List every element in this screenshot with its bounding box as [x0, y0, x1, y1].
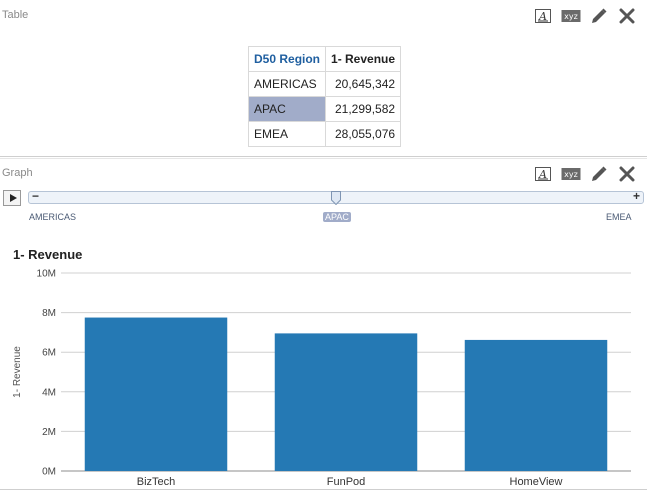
pencil-icon[interactable]: [589, 165, 609, 183]
y-tick-label: 6M: [42, 348, 56, 359]
cell-revenue: 21,299,582: [325, 96, 402, 122]
table-toolbar: A xyz: [533, 7, 637, 25]
section-divider: [0, 158, 647, 159]
cell-region[interactable]: AMERICAS: [247, 71, 327, 97]
region-slider[interactable]: − +: [28, 189, 644, 206]
graph-toolbar: A xyz: [533, 165, 637, 183]
format-text-icon[interactable]: A: [533, 165, 553, 183]
table-row[interactable]: AMERICAS 20,645,342: [247, 71, 402, 97]
y-tick-label: 10M: [37, 269, 56, 280]
graph-view-label: Graph: [2, 167, 33, 179]
close-icon[interactable]: [617, 7, 637, 25]
xyz-icon[interactable]: xyz: [561, 7, 581, 25]
table-row[interactable]: EMEA 28,055,076: [247, 121, 402, 147]
section-divider: [0, 156, 647, 157]
y-tick-label: 0M: [42, 467, 56, 478]
column-header-revenue[interactable]: 1- Revenue: [325, 46, 402, 72]
slider-plus-button[interactable]: +: [633, 189, 640, 203]
cell-region-selected[interactable]: APAC: [247, 96, 327, 122]
svg-text:xyz: xyz: [564, 12, 578, 21]
table-row[interactable]: APAC 21,299,582: [247, 96, 402, 122]
x-tick-label: FunPod: [327, 476, 366, 488]
x-tick-label: BizTech: [137, 476, 176, 488]
column-header-region[interactable]: D50 Region: [247, 46, 327, 72]
slider-label-americas[interactable]: AMERICAS: [29, 212, 76, 222]
bar-biztech[interactable]: [84, 317, 228, 471]
slider-thumb[interactable]: [331, 191, 341, 206]
chart-title: 1- Revenue: [13, 247, 82, 262]
svg-text:xyz: xyz: [564, 170, 578, 179]
close-icon[interactable]: [617, 165, 637, 183]
cell-revenue: 28,055,076: [325, 121, 402, 147]
y-tick-label: 8M: [42, 308, 56, 319]
y-tick-label: 4M: [42, 387, 56, 398]
x-tick-label: HomeView: [510, 476, 563, 488]
table-header-row: D50 Region 1- Revenue: [247, 46, 402, 72]
slider-label-emea[interactable]: EMEA: [606, 212, 632, 222]
play-button[interactable]: [3, 190, 21, 206]
pencil-icon[interactable]: [589, 7, 609, 25]
slider-minus-button[interactable]: −: [32, 189, 39, 203]
y-tick-label: 2M: [42, 427, 56, 438]
bar-funpod[interactable]: [274, 333, 418, 471]
chart-y-axis-label: 1- Revenue: [12, 346, 23, 398]
cell-region[interactable]: EMEA: [247, 121, 327, 147]
slider-label-apac[interactable]: APAC: [323, 212, 351, 222]
revenue-bar-chart: 1- Revenue 1- Revenue 0M 2M 4M 6M 8M 10M BizTe…: [12, 247, 631, 488]
table-view-label: Table: [2, 9, 29, 21]
data-table: D50 Region 1- Revenue AMERICAS 20,645,34…: [247, 46, 402, 147]
bar-homeview[interactable]: [464, 339, 608, 471]
xyz-icon[interactable]: xyz: [561, 165, 581, 183]
bottom-divider: [0, 489, 647, 490]
format-text-icon[interactable]: A: [533, 7, 553, 25]
cell-revenue: 20,645,342: [325, 71, 402, 97]
